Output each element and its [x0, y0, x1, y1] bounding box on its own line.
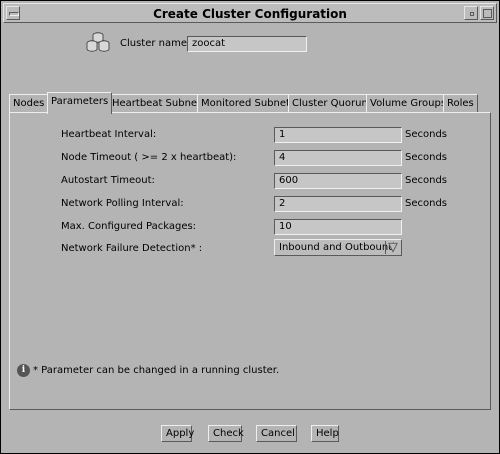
heartbeat-interval-unit: Seconds [405, 129, 448, 140]
dropdown-arrow-icon[interactable] [385, 241, 400, 254]
cluster-name-input[interactable]: zoocat [187, 36, 307, 52]
dialog-window: Create Cluster Configuration Cluster nam… [0, 0, 500, 454]
network-failure-detection-value: Inbound and Outbound [279, 242, 395, 253]
title-bar[interactable]: Create Cluster Configuration [3, 3, 497, 23]
network-polling-interval-unit: Seconds [405, 198, 448, 209]
node-timeout-unit: Seconds [405, 152, 448, 163]
heartbeat-interval-input[interactable]: 1 [274, 127, 402, 143]
tab-parameters[interactable]: Parameters [47, 92, 113, 114]
check-button[interactable]: Check [208, 425, 244, 442]
network-failure-detection-select[interactable]: Inbound and Outbound [274, 239, 402, 256]
max-configured-packages-label: Max. Configured Packages: [61, 221, 197, 232]
info-icon: i [17, 364, 30, 377]
tab-nodes[interactable]: Nodes [9, 94, 49, 112]
help-button[interactable]: Help [311, 425, 339, 442]
window-title: Create Cluster Configuration [153, 7, 347, 21]
autostart-timeout-unit: Seconds [405, 175, 448, 186]
tab-cluster-quorum[interactable]: Cluster Quorum [288, 94, 376, 112]
heartbeat-interval-label: Heartbeat Interval: [61, 129, 157, 140]
max-configured-packages-input[interactable]: 10 [274, 219, 402, 235]
network-polling-interval-input[interactable]: 2 [274, 196, 402, 212]
cluster-name-label: Cluster name: [120, 38, 191, 49]
network-failure-detection-label: Network Failure Detection* : [61, 243, 203, 254]
cluster-icon [86, 32, 110, 52]
node-timeout-label: Node Timeout ( >= 2 x heartbeat): [61, 152, 237, 163]
node-timeout-input[interactable]: 4 [274, 150, 402, 166]
autostart-timeout-input[interactable]: 600 [274, 173, 402, 189]
apply-button[interactable]: Apply [161, 425, 194, 442]
cancel-button[interactable]: Cancel [256, 425, 297, 442]
tab-heartbeat-subnets[interactable]: Heartbeat Subnets [108, 94, 211, 112]
tab-volume-groups[interactable]: Volume Groups [366, 94, 451, 112]
tab-roles[interactable]: Roles [443, 94, 478, 112]
minimize-button[interactable] [464, 6, 478, 20]
footnote-text: * Parameter can be changed in a running … [33, 365, 280, 376]
network-polling-interval-label: Network Polling Interval: [61, 198, 184, 209]
tab-monitored-subnets[interactable]: Monitored Subnets [197, 94, 300, 112]
maximize-button[interactable] [480, 6, 494, 20]
autostart-timeout-label: Autostart Timeout: [61, 175, 155, 186]
